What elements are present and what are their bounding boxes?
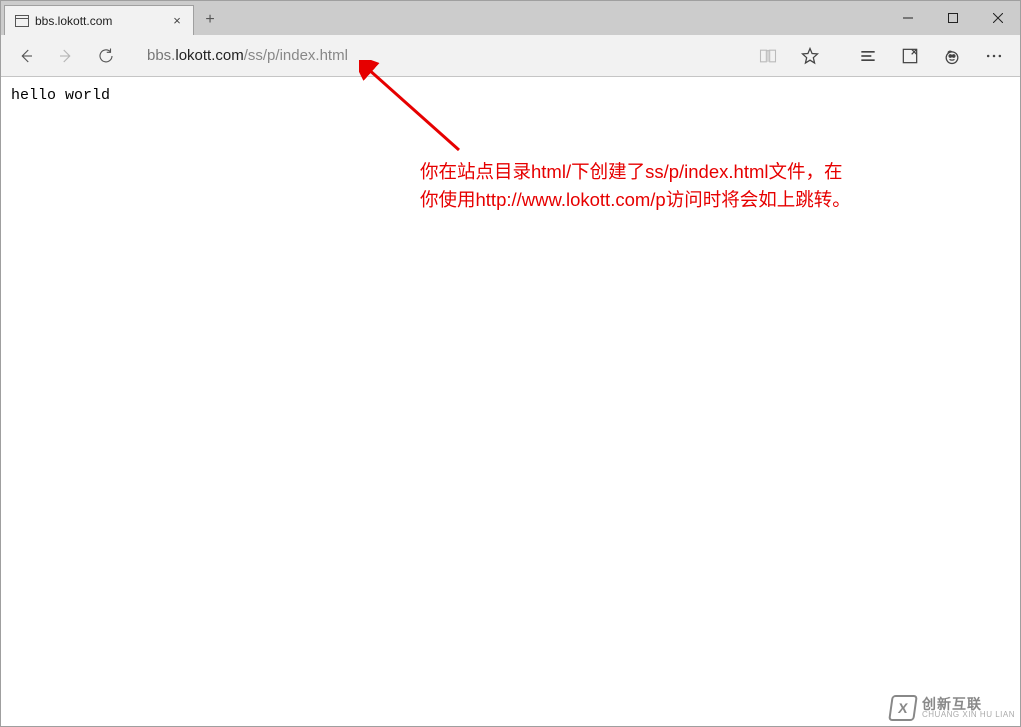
close-tab-button[interactable]: × (169, 13, 185, 29)
watermark-main: 创新互联 (922, 697, 1015, 711)
toolbar-right (748, 37, 1014, 75)
watermark-logo-icon: X (888, 695, 918, 721)
forward-button[interactable] (47, 37, 85, 75)
url-host: lokott.com (175, 47, 243, 64)
new-tab-button[interactable]: + (194, 5, 226, 35)
favorite-button[interactable] (790, 37, 830, 75)
maximize-button[interactable] (930, 1, 975, 35)
share-button[interactable] (932, 37, 972, 75)
more-button[interactable] (974, 37, 1014, 75)
titlebar: bbs.lokott.com × + (1, 1, 1020, 35)
tab-strip: bbs.lokott.com × + (1, 1, 885, 35)
page-favicon-icon (15, 15, 29, 27)
hub-button[interactable] (848, 37, 888, 75)
browser-tab[interactable]: bbs.lokott.com × (4, 5, 194, 35)
toolbar: bbs.lokott.com/ss/p/index.html (1, 35, 1020, 77)
page-body-text: hello world (11, 87, 110, 104)
address-bar[interactable]: bbs.lokott.com/ss/p/index.html (135, 41, 738, 71)
watermark-sub: CHUANG XIN HU LIAN (922, 711, 1015, 719)
refresh-button[interactable] (87, 37, 125, 75)
window-controls (885, 1, 1020, 35)
tab-title: bbs.lokott.com (35, 14, 163, 28)
watermark: X 创新互联 CHUANG XIN HU LIAN (890, 695, 1015, 721)
url-path: /ss/p/index.html (244, 47, 348, 64)
url-prefix: bbs. (147, 47, 175, 64)
close-window-button[interactable] (975, 1, 1020, 35)
annotation-text: 你在站点目录html/下创建了ss/p/index.html文件，在你使用htt… (420, 158, 860, 214)
minimize-button[interactable] (885, 1, 930, 35)
back-button[interactable] (7, 37, 45, 75)
reading-view-button[interactable] (748, 37, 788, 75)
browser-window: bbs.lokott.com × + bbs. (0, 0, 1021, 727)
notes-button[interactable] (890, 37, 930, 75)
